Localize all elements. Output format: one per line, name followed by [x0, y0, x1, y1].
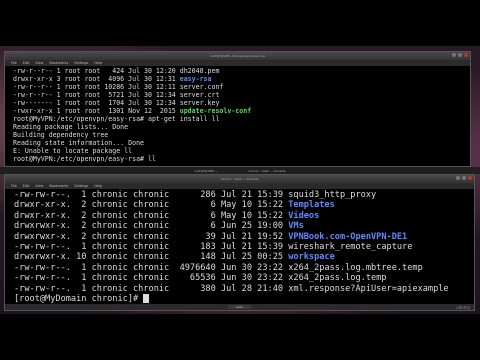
ls-filename: x264_2pass.log.mbtree.temp	[288, 262, 423, 273]
terminal-line: root@MyVPN:/etc/openvpn/easy-rsa# apt-ge…	[13, 115, 220, 123]
ls-row: drwxr-xr-x 3 root root 4096 Jul 30 12:31…	[13, 75, 466, 83]
ls-meta: -rw-r--r-- 1 root root 5721 Jul 30 12:34	[13, 91, 180, 99]
terminal-line: Building dependency tree	[13, 131, 109, 139]
ls-filename: Videos	[288, 210, 320, 221]
menu-item-bookmarks[interactable]: Bookmarks	[49, 61, 68, 65]
taskbar-item[interactable]: root@MyVPN: ~	[194, 169, 218, 173]
ls-filename: Templates	[288, 200, 335, 211]
window-title: chronic : bash — Konsole	[220, 177, 259, 181]
ls-row: -rwxr-xr-x 1 root root 1301 Nov 12 2015 …	[13, 107, 466, 115]
maximize-icon[interactable]	[458, 53, 462, 57]
window-title: root@MyVPN: /etc/openvpn/easy-rsa	[210, 54, 265, 58]
ls-meta: drwxr-xr-x. 2 chronic chronic 6 May 10 1…	[14, 210, 289, 221]
ls-meta: -rw-rw-r--. 1 chronic chronic 65536 Jun …	[14, 273, 289, 284]
ls-meta: -rw-rw-r--. 1 chronic chronic 183 Jul 21…	[14, 242, 289, 253]
menu-item-edit[interactable]: Edit	[23, 184, 30, 188]
ls-row: -rw-r--r-- 1 root root 10286 Jul 30 12:1…	[13, 83, 466, 91]
minimize-icon[interactable]	[452, 53, 456, 57]
tab-bash[interactable]: bash	[227, 305, 252, 309]
ls-meta: drwxr-xr-x. 2 chronic chronic 6 May 10 1…	[14, 200, 289, 211]
ls-meta: -rw-r--r-- 1 root root 424 Jul 30 12:20	[13, 67, 180, 75]
menu-item-edit[interactable]: Edit	[23, 61, 30, 65]
terminal-line: E: Unable to locate package ll	[13, 147, 133, 155]
window-titlebar[interactable]: chronic : bash — Konsole	[5, 175, 474, 183]
ls-filename: dh2048.pem	[179, 67, 220, 75]
ls-filename: server.crt	[179, 91, 220, 99]
ls-meta: -rw-r--r-- 1 root root 10286 Jul 30 12:1…	[13, 83, 180, 91]
ls-row: -rw-rw-r--. 1 chronic chronic 380 Jul 28…	[14, 284, 470, 294]
minimize-icon[interactable]	[456, 176, 460, 180]
menu-item-help[interactable]: Help	[94, 61, 102, 65]
ls-meta: drwxrwxr-x. 2 chronic chronic 39 Jul 21 …	[14, 231, 289, 242]
ls-row: drwxrwxr-x. 10 chronic chronic 148 Jul 2…	[14, 252, 470, 262]
ls-row: drwxr-xr-x. 2 chronic chronic 6 May 10 1…	[14, 200, 470, 210]
ls-row: drwxrwxr-x. 2 chronic chronic 39 Jul 21 …	[14, 232, 470, 242]
udemy-watermark: udemy	[456, 305, 470, 310]
ls-filename: server.key	[179, 99, 220, 107]
prompt-text: [root@MyDomain chronic]#	[14, 294, 144, 305]
ls-filename: VPNBook.com-OpenVPN-DE1	[288, 231, 408, 242]
ls-meta: drwxrwxr-x. 10 chronic chronic 148 Jul 2…	[14, 252, 289, 263]
ls-row: -rw-rw-r--. 1 chronic chronic 286 Jul 21…	[14, 190, 470, 200]
menu-item-file[interactable]: File	[11, 61, 17, 65]
ls-filename: workspace	[288, 252, 335, 263]
terminal-line: root@MyVPN:/etc/openvpn/easy-rsa# ll	[13, 155, 156, 163]
terminal-line: Reading package lists... Done	[13, 123, 129, 131]
ls-filename: x264_2pass.log.temp	[288, 273, 387, 284]
ls-filename: easy-rsa	[179, 75, 212, 83]
ls-meta: -rw-rw-r--. 1 chronic chronic 4976640 Ju…	[14, 262, 289, 273]
ls-meta: drwxr-xr-x 3 root root 4096 Jul 30 12:31	[13, 75, 180, 83]
shell-prompt[interactable]: [root@MyDomain chronic]#	[14, 294, 470, 304]
menu-item-settings[interactable]: Settings	[74, 184, 88, 188]
ls-meta: -rw-rw-r--. 1 chronic chronic 286 Jul 21…	[14, 190, 289, 200]
ls-meta: -rwxr-xr-x 1 root root 1301 Nov 12 2015	[13, 107, 180, 115]
ls-row: -rw------- 1 root root 1704 Jul 30 12:34…	[13, 99, 466, 107]
ls-filename: VMs	[288, 221, 304, 232]
ls-row: -rw-rw-r--. 1 chronic chronic 183 Jul 21…	[14, 242, 470, 252]
ls-filename: squid3_http_proxy	[288, 190, 377, 200]
ls-row: drwxrwxr-x. 2 chronic chronic 6 Jun 25 1…	[14, 221, 470, 231]
terminal-line: Reading state information... Done	[13, 139, 145, 147]
text-cursor	[143, 294, 150, 304]
ls-row: -rw-r--r-- 1 root root 424 Jul 30 12:20 …	[13, 67, 466, 75]
menu-item-view[interactable]: View	[35, 184, 43, 188]
menu-item-view[interactable]: View	[35, 61, 43, 65]
menu-item-bookmarks[interactable]: Bookmarks	[49, 184, 68, 188]
ls-row: drwxr-xr-x. 2 chronic chronic 6 May 10 1…	[14, 211, 470, 221]
menu-item-settings[interactable]: Settings	[74, 61, 88, 65]
menu-item-help[interactable]: Help	[94, 184, 102, 188]
terminal-output[interactable]: -rw-r--r-- 1 root root 424 Jul 30 12:20 …	[5, 66, 470, 163]
terminal-window-openvpn[interactable]: root@MyVPN: /etc/openvpn/easy-rsa File Ed…	[4, 51, 471, 167]
ls-meta: -rw-rw-r--. 1 chronic chronic 380 Jul 28…	[14, 283, 289, 294]
ls-filename: server.conf	[179, 83, 224, 91]
konsole-tabbar: bash	[5, 304, 474, 310]
maximize-icon[interactable]	[462, 176, 466, 180]
ls-meta: drwxrwxr-x. 2 chronic chronic 6 Jun 25 1…	[14, 221, 289, 232]
taskbar-item[interactable]: chronic : bash — Konsole	[248, 169, 286, 173]
taskbar: root@MyVPN: ~ chronic : bash — Konsole	[0, 167, 480, 174]
close-icon[interactable]	[468, 176, 472, 180]
ls-row: -rw-r--r-- 1 root root 5721 Jul 30 12:34…	[13, 91, 466, 99]
ls-row: -rw-rw-r--. 1 chronic chronic 4976640 Ju…	[14, 263, 470, 273]
menu-item-file[interactable]: File	[11, 184, 17, 188]
ls-filename: update-resolv-conf	[179, 107, 252, 115]
close-icon[interactable]	[464, 53, 468, 57]
ls-meta: -rw------- 1 root root 1704 Jul 30 12:34	[13, 99, 180, 107]
terminal-window-konsole[interactable]: chronic : bash — Konsole File Edit View Boo…	[4, 174, 475, 311]
terminal-output[interactable]: -rw-rw-r--. 1 chronic chronic 286 Jul 21…	[5, 189, 474, 304]
ls-filename: wireshark_remote_capture	[288, 242, 413, 253]
ls-row: -rw-rw-r--. 1 chronic chronic 65536 Jun …	[14, 273, 470, 283]
ls-filename: xml.response?ApiUser=apiexample	[288, 283, 449, 294]
window-titlebar[interactable]: root@MyVPN: /etc/openvpn/easy-rsa	[5, 52, 470, 60]
